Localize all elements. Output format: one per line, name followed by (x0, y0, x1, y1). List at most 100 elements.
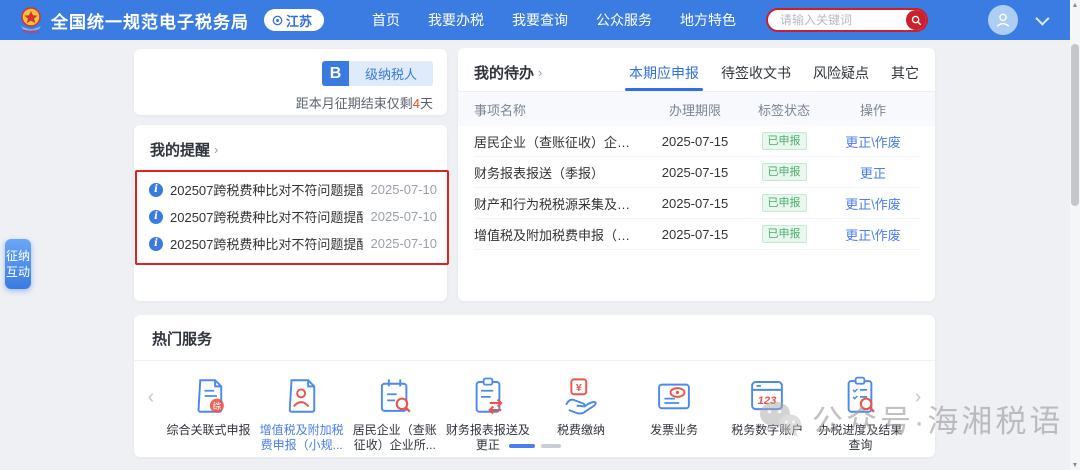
action-link-correct-void[interactable]: 更正\作废 (827, 194, 919, 213)
table-row: 财产和行为税税源采集及合并申报 2025-07-15 已申报 更正\作废 (474, 188, 919, 219)
info-icon: i (149, 237, 163, 251)
invoice-eye-icon (653, 375, 695, 417)
service-resident-enterprise-income-tax[interactable]: 居民企业（查账征收）企业所... (348, 375, 441, 453)
reminder-item[interactable]: i 202507跨税费种比对不符问题提醒20... 2025-07-10 (149, 230, 437, 257)
todo-item-name: 增值税及附加税费申报（小规模纳税人） (474, 225, 649, 244)
chevron-down-icon[interactable] (1035, 12, 1049, 26)
tab-other[interactable]: 其它 (891, 63, 919, 91)
reminder-item[interactable]: i 202507跨税费种比对不符问题提醒20... 2025-07-10 (149, 176, 437, 203)
tab-current-filing[interactable]: 本期应申报 (629, 63, 699, 91)
todo-item-name: 财产和行为税税源采集及合并申报 (474, 194, 649, 213)
window-123-icon: 123 (746, 375, 788, 417)
hot-services-card: 热门服务 ‹ 综 综合关联式申报 (134, 315, 935, 457)
user-avatar[interactable] (988, 5, 1018, 35)
table-row: 增值税及附加税费申报（小规模纳税人） 2025-07-15 已申报 更正\作废 (474, 219, 919, 250)
status-badge: 已申报 (762, 163, 807, 181)
service-digital-tax-account[interactable]: 123 税务数字账户 (721, 375, 814, 453)
carousel-next-icon[interactable]: › (907, 375, 929, 419)
search-input[interactable] (766, 8, 928, 32)
vertical-scrollbar[interactable]: ▲ ▼ (1070, 0, 1080, 470)
info-icon: i (149, 183, 163, 197)
table-row: 财务报表报送（季报） 2025-07-15 已申报 更正 (474, 157, 919, 188)
doc-badge-icon: 综 (188, 375, 230, 417)
location-selector[interactable]: 江苏 (264, 9, 324, 31)
service-label: 办税进度及结果查询 (814, 423, 906, 453)
countdown-days: 4 (413, 96, 420, 111)
reminder-date: 2025-07-10 (371, 209, 438, 224)
table-row: 居民企业（查账征收）企业所得税月（... 2025-07-15 已申报 更正\作… (474, 126, 919, 157)
tax-bureau-emblem-icon: 中国税务 (18, 6, 44, 34)
reminder-date: 2025-07-10 (371, 236, 438, 251)
todo-deadline: 2025-07-15 (649, 196, 741, 211)
reminder-date: 2025-07-10 (371, 182, 438, 197)
carousel-prev-icon[interactable]: ‹ (140, 375, 162, 419)
search-button[interactable] (906, 10, 926, 30)
service-tax-payment[interactable]: ¥ 税费缴纳 (535, 375, 628, 453)
hot-services-list: 综 综合关联式申报 增值税及附加税费申报（小规... (162, 375, 907, 453)
reminder-text: 202507跨税费种比对不符问题提醒20... (170, 234, 363, 253)
clipboard-search-icon (839, 375, 881, 417)
service-label: 综合关联式申报 (167, 423, 251, 438)
reminder-item[interactable]: i 202507跨税费种比对不符问题提醒20... 2025-07-10 (149, 203, 437, 230)
taxpayer-grade-card: B 级纳税人 距本月征期结束仅剩4天 (134, 49, 447, 115)
svg-text:中国税务: 中国税务 (23, 28, 39, 34)
reminders-more-chevron-icon[interactable]: › (214, 142, 218, 157)
todo-deadline: 2025-07-15 (649, 165, 741, 180)
todo-more-chevron-icon[interactable]: › (538, 65, 542, 80)
service-label: 增值税及附加税费申报（小规... (256, 423, 348, 453)
nav-item-inquiry[interactable]: 我要查询 (512, 10, 568, 30)
search-box (766, 8, 928, 32)
service-label: 财务报表报送及更正 (442, 423, 534, 453)
scrollbar-thumb[interactable] (1071, 44, 1079, 206)
tab-documents-to-sign[interactable]: 待签收文书 (721, 63, 791, 91)
todo-table: 事项名称 办理期限 标签状态 操作 居民企业（查账征收）企业所得税月（... 2… (474, 92, 919, 250)
my-todo-card: 我的待办 › 本期应申报 待签收文书 风险疑点 其它 事项名称 办理期限 标签状… (458, 48, 935, 301)
action-link-correct-void[interactable]: 更正\作废 (827, 225, 919, 244)
my-reminders-card: 我的提醒 › i 202507跨税费种比对不符问题提醒20... 2025-07… (134, 125, 447, 301)
reminders-title-row[interactable]: 我的提醒 › (134, 139, 447, 160)
scroll-up-icon[interactable]: ▲ (1070, 0, 1080, 10)
todo-title: 我的待办 (474, 62, 534, 83)
todo-title-row[interactable]: 我的待办 › (474, 62, 542, 91)
nav-item-home[interactable]: 首页 (372, 10, 400, 30)
service-financial-report[interactable]: 财务报表报送及更正 (441, 375, 534, 453)
brand: 中国税务 全国统一规范电子税务局 江苏 (18, 6, 324, 34)
user-icon (994, 11, 1012, 29)
svg-text:¥: ¥ (576, 382, 582, 394)
reminders-highlight-box: i 202507跨税费种比对不符问题提醒20... 2025-07-10 i 2… (135, 170, 449, 265)
action-link-correct[interactable]: 更正 (827, 163, 919, 182)
reminders-title: 我的提醒 (150, 139, 210, 160)
location-label: 江苏 (286, 11, 312, 30)
service-comprehensive-filing[interactable]: 综 综合关联式申报 (162, 375, 255, 453)
tab-risk-points[interactable]: 风险疑点 (813, 63, 869, 91)
service-invoice-business[interactable]: 发票业务 (628, 375, 721, 453)
service-label: 发票业务 (650, 423, 698, 438)
status-badge: 已申报 (762, 194, 807, 212)
nav-item-public-service[interactable]: 公众服务 (596, 10, 652, 30)
service-label: 税务数字账户 (731, 423, 803, 438)
nav-item-local-feature[interactable]: 地方特色 (680, 10, 736, 30)
service-progress-result-query[interactable]: 办税进度及结果查询 (814, 375, 907, 453)
nav-item-tax-handling[interactable]: 我要办税 (428, 10, 484, 30)
hot-services-title: 热门服务 (152, 328, 212, 349)
col-action: 操作 (827, 100, 919, 119)
todo-item-name: 财务报表报送（季报） (474, 163, 649, 182)
taxpayer-grade-badge: B (322, 61, 349, 86)
location-pin-icon (272, 15, 283, 26)
page-dot[interactable] (541, 444, 561, 448)
status-badge: 已申报 (762, 225, 807, 243)
service-vat-filing[interactable]: 增值税及附加税费申报（小规... (255, 375, 348, 453)
action-link-correct-void[interactable]: 更正\作废 (827, 132, 919, 151)
service-label: 税费缴纳 (557, 423, 605, 438)
user-area (988, 5, 1046, 35)
scroll-down-icon[interactable]: ▼ (1070, 460, 1080, 470)
site-title: 全国统一规范电子税务局 (51, 8, 249, 33)
col-deadline: 办理期限 (649, 100, 741, 119)
interaction-side-tab[interactable]: 征纳互动 (5, 239, 31, 289)
svg-text:123: 123 (758, 395, 778, 407)
calendar-search-icon (374, 375, 416, 417)
top-navbar: 中国税务 全国统一规范电子税务局 江苏 首页 我要办税 我要查询 公众服务 地方… (0, 0, 1080, 40)
svg-text:综: 综 (212, 400, 221, 411)
clipboard-arrows-icon (467, 375, 509, 417)
page-dot-active[interactable] (509, 444, 535, 448)
